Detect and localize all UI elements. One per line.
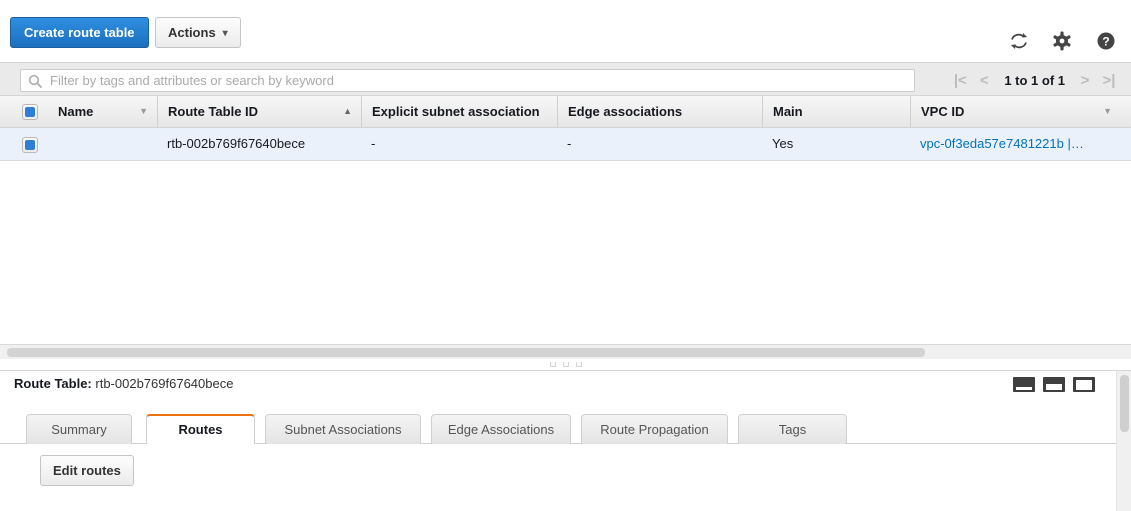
- chevron-down-icon: ▼: [1103, 106, 1112, 116]
- row-select-checkbox[interactable]: [22, 137, 38, 153]
- horizontal-scroll-thumb[interactable]: [7, 348, 925, 357]
- routes-tab-content: Edit routes: [0, 444, 1116, 511]
- first-page-button[interactable]: |<: [948, 70, 972, 92]
- sort-ascending-icon: ▲: [343, 106, 352, 116]
- detail-tabs: Summary Routes Subnet Associations Edge …: [0, 414, 1116, 445]
- column-header-name[interactable]: Name ▼: [48, 96, 157, 127]
- cell-explicit-subnet-association: -: [371, 136, 376, 151]
- cell-edge-associations: -: [567, 136, 572, 151]
- cell-route-table-id: rtb-002b769f67640bece: [167, 136, 306, 151]
- chevron-down-icon: ▾: [222, 28, 228, 39]
- last-page-button[interactable]: >|: [1097, 70, 1121, 92]
- filter-bar: |< < 1 to 1 of 1 > >|: [0, 62, 1131, 96]
- cell-vpc-id: vpc-0f3eda57e7481221b |…: [910, 128, 1121, 160]
- detail-title-value: rtb-002b769f67640bece: [95, 376, 234, 391]
- cell-name: [48, 128, 157, 160]
- help-icon[interactable]: ?: [1093, 28, 1119, 54]
- tab-edge-associations[interactable]: Edge Associations: [431, 414, 571, 444]
- cell-main: Yes: [772, 136, 794, 151]
- prev-page-button[interactable]: <: [972, 70, 996, 92]
- column-header-vpc-id[interactable]: VPC ID ▼: [910, 96, 1121, 127]
- vpc-id-link[interactable]: vpc-0f3eda57e7481221b |…: [920, 136, 1084, 151]
- column-header-route-table-id[interactable]: Route Table ID ▲: [157, 96, 361, 127]
- svg-text:?: ?: [1102, 35, 1109, 49]
- pagination: |< < 1 to 1 of 1 > >|: [948, 69, 1121, 92]
- column-header-explicit-subnet-association[interactable]: Explicit subnet association: [361, 96, 557, 127]
- page-toolbar: Create route table Actions ▾ ?: [0, 0, 1131, 62]
- select-all-checkbox[interactable]: [22, 104, 38, 120]
- search-box[interactable]: [20, 69, 915, 92]
- tab-summary[interactable]: Summary: [26, 414, 132, 444]
- toolbar-icon-group: ?: [992, 28, 1119, 54]
- vertical-scroll-thumb[interactable]: [1120, 375, 1129, 432]
- tab-routes[interactable]: Routes: [146, 414, 255, 445]
- table-header-row: Name ▼ Route Table ID ▲ Explicit subnet …: [0, 96, 1131, 128]
- detail-title-label: Route Table:: [14, 376, 92, 391]
- panel-splitter[interactable]: [0, 359, 1131, 370]
- layout-bottom-icon[interactable]: [1013, 377, 1035, 392]
- refresh-icon[interactable]: [1006, 28, 1032, 54]
- panel-layout-controls: [1013, 377, 1095, 392]
- edit-routes-button[interactable]: Edit routes: [40, 455, 134, 486]
- table-row[interactable]: rtb-002b769f67640bece - - Yes vpc-0f3eda…: [0, 128, 1131, 161]
- layout-half-icon[interactable]: [1043, 377, 1065, 392]
- column-header-main[interactable]: Main: [762, 96, 910, 127]
- actions-button-label: Actions: [168, 25, 216, 40]
- search-input[interactable]: [48, 70, 908, 91]
- splitter-grip-icon[interactable]: [549, 362, 582, 367]
- gear-icon[interactable]: [1049, 28, 1075, 54]
- tab-route-propagation[interactable]: Route Propagation: [581, 414, 728, 444]
- actions-button[interactable]: Actions ▾: [155, 17, 241, 48]
- layout-top-icon[interactable]: [1073, 377, 1095, 392]
- chevron-down-icon: ▼: [139, 106, 148, 116]
- detail-panel-title: Route Table: rtb-002b769f67640bece: [14, 376, 233, 391]
- column-header-edge-associations[interactable]: Edge associations: [557, 96, 762, 127]
- pagination-range: 1 to 1 of 1: [1004, 73, 1065, 88]
- route-tables-table: Name ▼ Route Table ID ▲ Explicit subnet …: [0, 96, 1131, 344]
- tab-tags[interactable]: Tags: [738, 414, 847, 444]
- next-page-button[interactable]: >: [1073, 70, 1097, 92]
- tab-subnet-associations[interactable]: Subnet Associations: [265, 414, 421, 444]
- detail-panel: Route Table: rtb-002b769f67640bece Summa…: [0, 370, 1131, 511]
- search-icon: [28, 74, 42, 88]
- create-route-table-button[interactable]: Create route table: [10, 17, 149, 48]
- table-horizontal-scrollbar[interactable]: [0, 344, 1131, 359]
- vpc-route-tables-page: Create route table Actions ▾ ? Filter by…: [0, 0, 1131, 511]
- detail-vertical-scrollbar[interactable]: [1116, 371, 1131, 511]
